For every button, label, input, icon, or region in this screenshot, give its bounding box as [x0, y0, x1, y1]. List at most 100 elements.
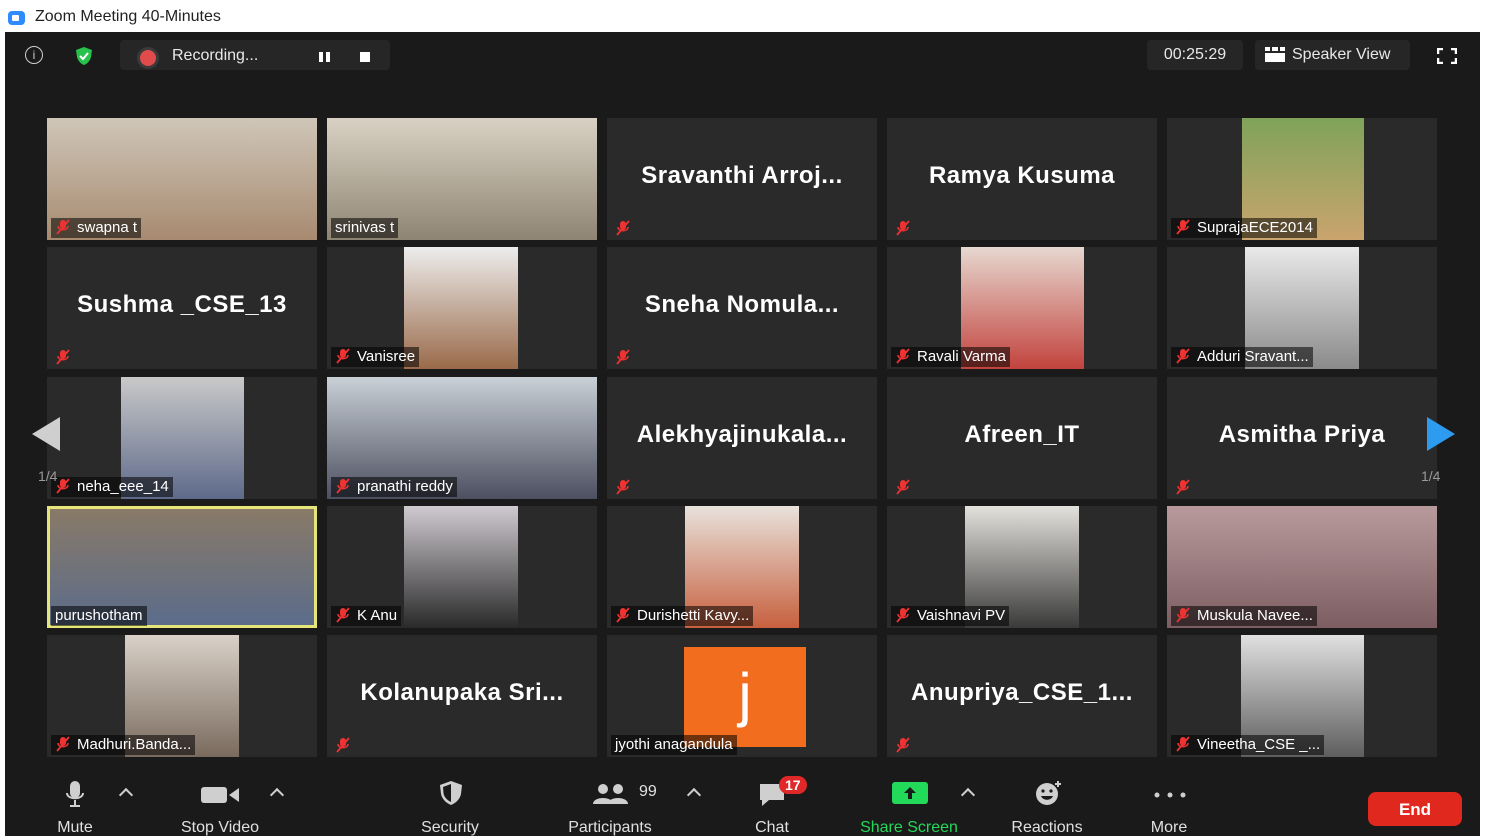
participant-tile[interactable]: Vaishnavi PV	[887, 506, 1157, 628]
participant-name: SuprajaECE2014	[1197, 219, 1313, 236]
muted-mic-icon	[615, 220, 631, 236]
muted-mic-icon	[615, 479, 631, 495]
previous-page-arrow-icon[interactable]	[32, 417, 60, 451]
participant-tile[interactable]: purushotham	[47, 506, 317, 628]
stop-video-button[interactable]: Stop Video	[165, 770, 275, 836]
participant-tile[interactable]: Kolanupaka Sri...	[327, 635, 597, 757]
participant-name-tag: Vineetha_CSE _...	[1171, 735, 1325, 755]
page-indicator-left: 1/4	[38, 468, 58, 484]
participant-display-name: Kolanupaka Sri...	[360, 679, 564, 706]
participant-tile[interactable]: pranathi reddy	[327, 377, 597, 499]
muted-mic-icon	[1175, 479, 1191, 495]
more-button[interactable]: More	[1139, 770, 1199, 836]
participant-name-tag: Madhuri.Banda...	[51, 735, 196, 755]
muted-mic-icon	[55, 219, 71, 235]
participant-tile[interactable]: swapna t	[47, 118, 317, 240]
security-button[interactable]: Security	[405, 770, 495, 836]
participant-name: Madhuri.Banda...	[77, 736, 192, 753]
recording-dot-icon	[140, 50, 156, 66]
participant-tile[interactable]: Sushma _CSE_13	[47, 247, 317, 369]
participant-tile[interactable]: Vanisree	[327, 247, 597, 369]
encryption-shield-icon[interactable]	[75, 46, 93, 66]
security-label: Security	[421, 819, 479, 836]
pause-recording-icon[interactable]	[319, 52, 331, 62]
next-page-arrow-icon[interactable]	[1427, 417, 1455, 451]
end-meeting-button[interactable]: End	[1368, 792, 1462, 826]
audio-options-chevron-icon[interactable]	[118, 787, 134, 803]
reactions-button[interactable]: Reactions	[1002, 770, 1092, 836]
participant-tile[interactable]: Asmitha Priya	[1167, 377, 1437, 499]
participant-name: Vineetha_CSE _...	[1197, 736, 1321, 753]
participant-name-tag: neha_eee_14	[51, 477, 173, 497]
meeting-toolbar: Mute Stop Video Security 99 Participants…	[5, 770, 1480, 836]
participant-tile[interactable]: neha_eee_14	[47, 377, 317, 499]
speaker-view-label: Speaker View	[1292, 46, 1391, 63]
participant-tile[interactable]: K Anu	[327, 506, 597, 628]
reactions-smiley-icon	[1036, 781, 1061, 805]
participant-tile[interactable]: Madhuri.Banda...	[47, 635, 317, 757]
muted-mic-icon	[1175, 219, 1191, 235]
participant-tile[interactable]: Anupriya_CSE_1...	[887, 635, 1157, 757]
participants-button[interactable]: 99 Participants	[560, 770, 660, 836]
participant-tile[interactable]: srinivas t	[327, 118, 597, 240]
muted-mic-icon	[615, 349, 631, 365]
share-screen-button[interactable]: Share Screen	[850, 770, 968, 836]
participant-tile[interactable]: Adduri Sravant...	[1167, 247, 1437, 369]
participant-tile[interactable]: SuprajaECE2014	[1167, 118, 1437, 240]
participant-display-name: Sushma _CSE_13	[77, 291, 287, 318]
video-camera-icon	[201, 787, 239, 803]
participant-name-tag: Muskula Navee...	[1171, 606, 1317, 626]
participant-tile[interactable]: Afreen_IT	[887, 377, 1157, 499]
participant-name: neha_eee_14	[77, 478, 169, 495]
muted-mic-icon	[1175, 736, 1191, 752]
participant-name-tag: swapna t	[51, 218, 142, 238]
muted-mic-icon	[55, 736, 71, 752]
participant-tile[interactable]: Durishetti Kavy...	[607, 506, 877, 628]
muted-mic-icon	[615, 607, 631, 623]
participant-name: jyothi anagandula	[615, 736, 733, 753]
microphone-icon	[66, 781, 84, 807]
muted-mic-icon	[335, 348, 351, 364]
participant-tile[interactable]: j jyothi anagandula	[607, 635, 877, 757]
speaker-view-button[interactable]: Speaker View	[1255, 40, 1410, 70]
muted-mic-icon	[335, 478, 351, 494]
participant-tile[interactable]: Muskula Navee...	[1167, 506, 1437, 628]
participant-display-name: Anupriya_CSE_1...	[911, 679, 1133, 706]
participant-name: Vaishnavi PV	[917, 607, 1006, 624]
muted-mic-icon	[335, 607, 351, 623]
participant-name-tag: pranathi reddy	[331, 477, 457, 497]
recording-label: Recording...	[172, 47, 259, 64]
participants-options-chevron-icon[interactable]	[686, 787, 702, 803]
participant-name-tag: Adduri Sravant...	[1171, 347, 1313, 367]
meeting-timer: 00:25:29	[1147, 40, 1243, 70]
security-shield-icon	[440, 781, 462, 805]
participant-name-tag: Ravali Varma	[891, 347, 1010, 367]
participant-name-tag: Durishetti Kavy...	[611, 606, 754, 626]
participant-tile[interactable]: Sravanthi Arroj...	[607, 118, 877, 240]
participant-tile[interactable]: Vineetha_CSE _...	[1167, 635, 1437, 757]
participant-name-tag: Vanisree	[331, 347, 420, 367]
participant-name: Vanisree	[357, 348, 416, 365]
participants-label: Participants	[568, 819, 652, 836]
muted-mic-icon	[1175, 607, 1191, 623]
stop-recording-icon[interactable]	[360, 52, 370, 62]
participant-display-name: Ramya Kusuma	[928, 162, 1116, 189]
muted-mic-icon	[1175, 348, 1191, 364]
participant-tile[interactable]: Ravali Varma	[887, 247, 1157, 369]
participant-name: pranathi reddy	[357, 478, 453, 495]
participant-avatar: j	[684, 647, 806, 747]
page-indicator-right: 1/4	[1421, 468, 1441, 484]
speaker-view-icon	[1265, 47, 1285, 62]
more-dots-icon	[1154, 792, 1186, 798]
fullscreen-icon[interactable]	[1437, 48, 1457, 64]
chat-button[interactable]: 17 Chat	[742, 770, 807, 836]
info-icon[interactable]: i	[25, 46, 43, 64]
participant-tile[interactable]: Sneha Nomula...	[607, 247, 877, 369]
participant-tile[interactable]: Ramya Kusuma	[887, 118, 1157, 240]
mute-button[interactable]: Mute	[45, 770, 105, 836]
participant-name-tag: jyothi anagandula	[611, 735, 737, 755]
window-title: Zoom Meeting 40-Minutes	[35, 8, 221, 25]
participants-icon	[593, 784, 628, 804]
participant-tile[interactable]: Alekhyajinukala...	[607, 377, 877, 499]
participant-video	[404, 247, 518, 369]
